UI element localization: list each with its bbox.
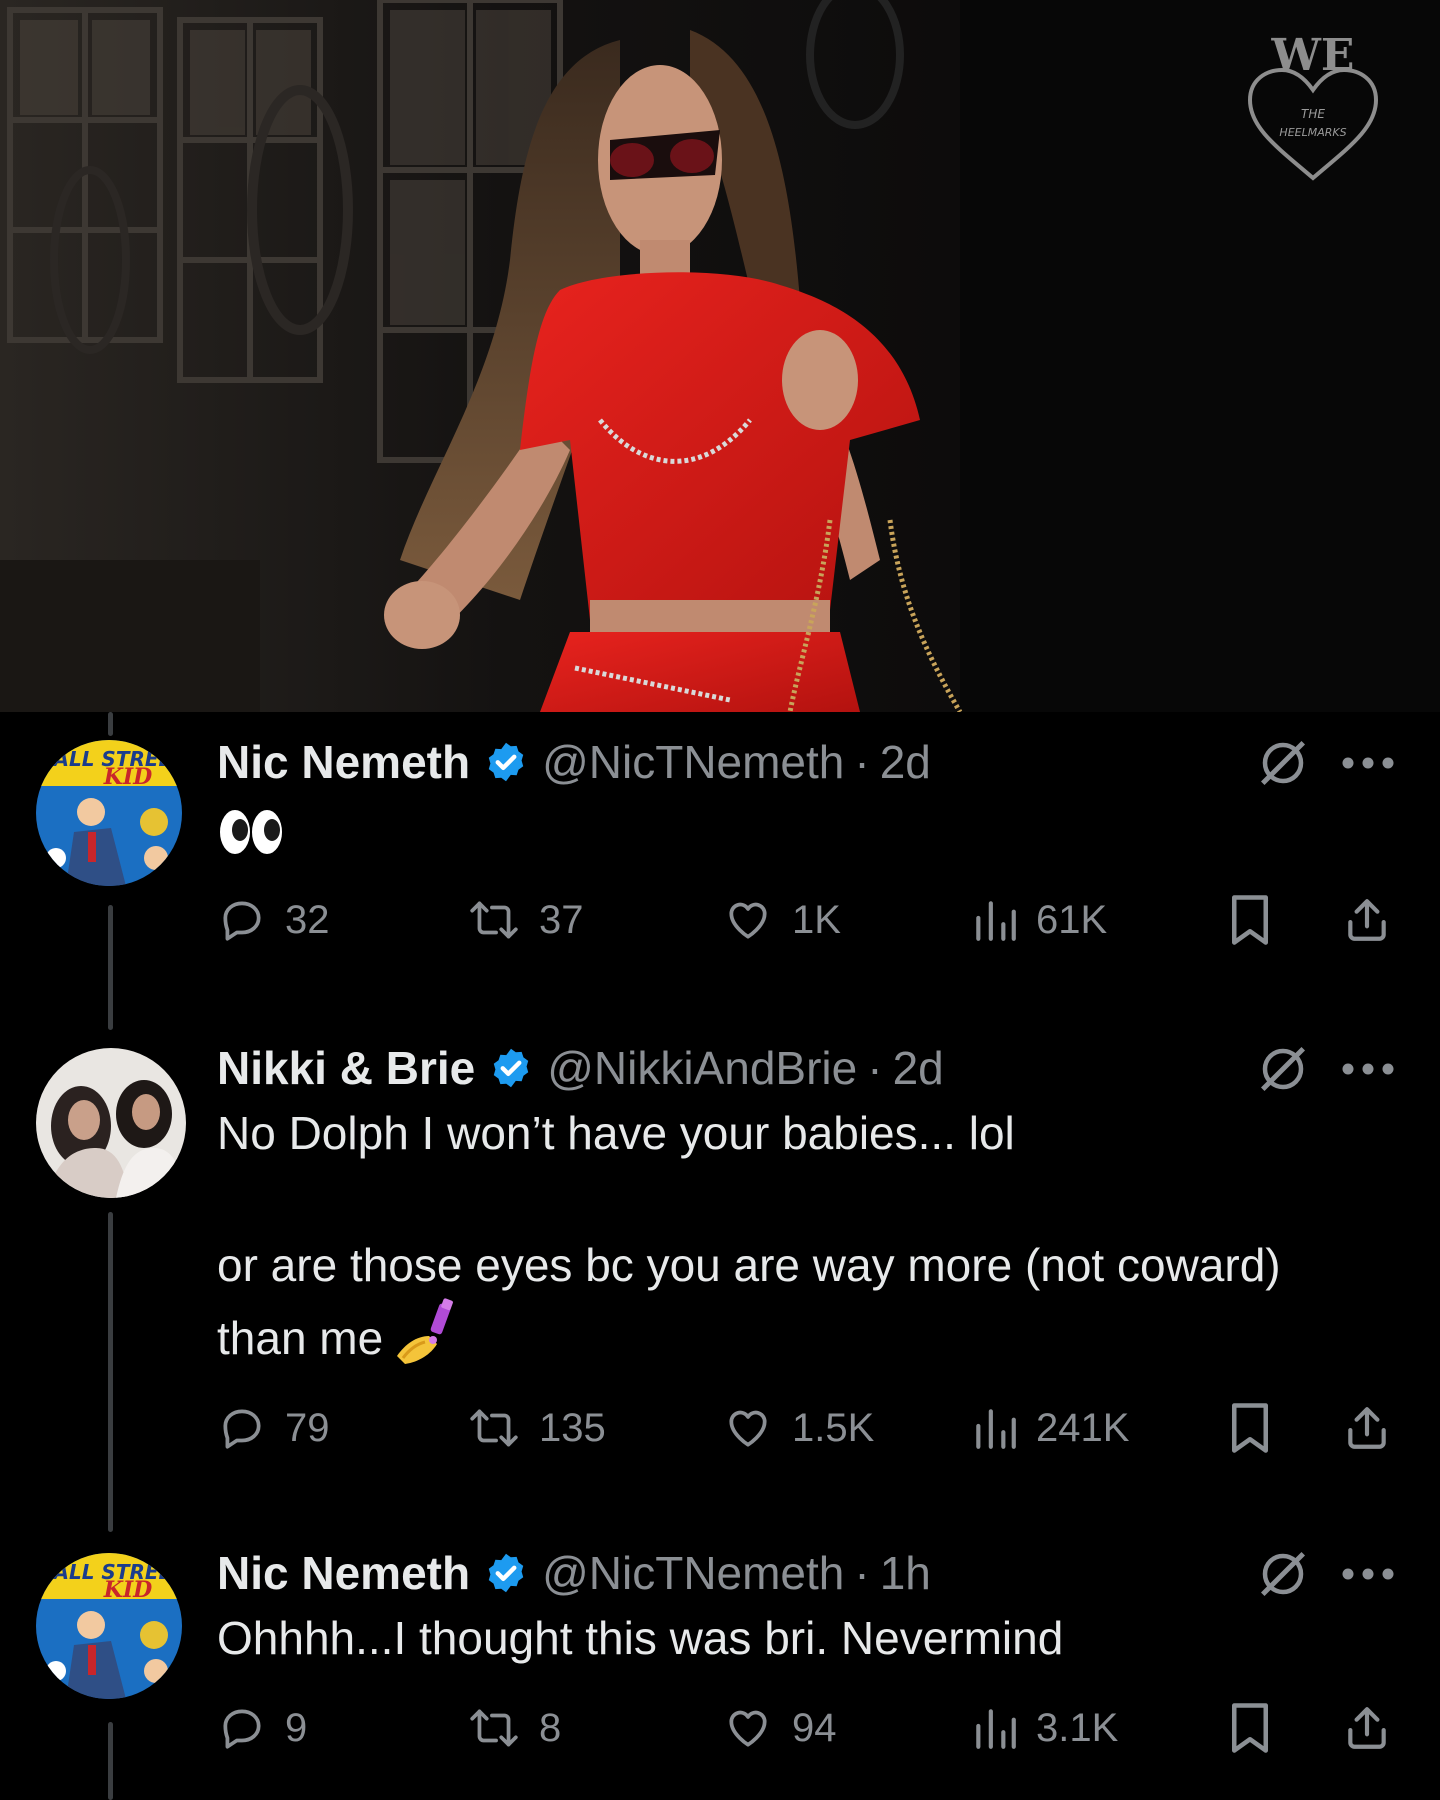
bookmark-button[interactable] — [1227, 1398, 1273, 1458]
like-count: 1.5K — [792, 1405, 875, 1450]
thread-line-top — [108, 712, 113, 736]
verified-badge-icon — [493, 1048, 529, 1088]
reply-button[interactable]: 32 — [217, 890, 330, 950]
bookmark-icon — [1232, 1703, 1268, 1753]
nikki-brie-avatar — [36, 1048, 186, 1198]
handle[interactable]: @NicTNemeth — [542, 1543, 844, 1603]
repost-icon — [470, 901, 518, 939]
timestamp[interactable]: 2d — [880, 732, 931, 792]
verified-badge-icon — [488, 1553, 524, 1593]
reply-button[interactable]: 79 — [217, 1398, 330, 1458]
bookmark-button[interactable] — [1227, 1698, 1273, 1758]
timestamp[interactable]: 2d — [893, 1038, 944, 1098]
views-count: 241K — [1036, 1405, 1130, 1450]
views-button[interactable]: 241K — [972, 1398, 1129, 1458]
watermark-line1: WE — [1271, 30, 1355, 81]
heart-icon — [729, 902, 767, 939]
action-bar: 79 135 1.5K 241K — [217, 1398, 1407, 1458]
share-icon — [1348, 1407, 1386, 1449]
photo-illustration — [0, 0, 1440, 712]
heart-icon — [729, 1710, 767, 1747]
grok-icon[interactable] — [1256, 1042, 1310, 1096]
like-button[interactable]: 94 — [722, 1698, 837, 1758]
bookmark-icon — [1232, 1403, 1268, 1453]
avatar[interactable] — [36, 1048, 186, 1198]
watermark-logo: WE THE HEELMARKS — [1238, 28, 1388, 188]
like-count: 94 — [792, 1705, 837, 1750]
display-name[interactable]: Nic Nemeth — [217, 1543, 470, 1603]
action-bar: 9 8 94 3.1K — [217, 1698, 1407, 1758]
reply-icon — [223, 1709, 261, 1749]
verified-badge-icon — [488, 742, 524, 782]
views-chart-icon — [976, 1709, 1016, 1749]
tweet-text: No Dolph I won’t have your babies... lol… — [217, 1100, 1300, 1371]
watermark-line3: HEELMARKS — [1279, 126, 1346, 139]
avatar-line2: KID — [103, 764, 153, 790]
repost-button[interactable]: 8 — [467, 1698, 561, 1758]
views-count: 61K — [1036, 897, 1108, 942]
like-button[interactable]: 1K — [722, 890, 841, 950]
repost-count: 135 — [539, 1405, 606, 1450]
views-button[interactable]: 61K — [972, 890, 1107, 950]
tweet-text: Ohhhh...I thought this was bri. Nevermin… — [217, 1612, 1064, 1664]
views-chart-icon — [976, 901, 1016, 941]
repost-button[interactable]: 37 — [467, 890, 584, 950]
grok-icon[interactable] — [1256, 736, 1310, 790]
share-button[interactable] — [1342, 1398, 1392, 1458]
repost-icon — [470, 1409, 518, 1447]
reply-button[interactable]: 9 — [217, 1698, 307, 1758]
reply-icon — [223, 901, 261, 941]
reply-count: 32 — [285, 897, 330, 942]
repost-count: 37 — [539, 897, 584, 942]
reply-icon — [223, 1409, 261, 1449]
separator-dot: · — [854, 1547, 870, 1599]
like-count: 1K — [792, 897, 841, 942]
share-button[interactable] — [1342, 890, 1392, 950]
bookmark-button[interactable] — [1227, 890, 1273, 950]
share-button[interactable] — [1342, 1698, 1392, 1758]
nail-polish-emoji-icon — [397, 1298, 454, 1364]
views-button[interactable]: 3.1K — [972, 1698, 1118, 1758]
avatar[interactable]: WALL STREET KID — [36, 1553, 182, 1699]
display-name[interactable]: Nic Nemeth — [217, 732, 470, 792]
bookmark-icon — [1232, 895, 1268, 945]
more-options-icon[interactable] — [1340, 756, 1396, 770]
separator-dot: · — [867, 1042, 883, 1094]
display-name[interactable]: Nikki & Brie — [217, 1038, 475, 1098]
handle[interactable]: @NikkiAndBrie — [547, 1038, 857, 1098]
thread-line-2 — [108, 1212, 113, 1532]
thread-line-3 — [108, 1722, 113, 1800]
avatar[interactable]: WALL STREET KID — [36, 740, 182, 886]
tweet-photo[interactable]: WE THE HEELMARKS — [0, 0, 1440, 712]
thread-line-1 — [108, 905, 113, 1030]
tweet-header: Nic Nemeth @NicTNemeth · 2d — [217, 732, 931, 792]
repost-count: 8 — [539, 1705, 562, 1750]
share-icon — [1348, 899, 1386, 941]
views-chart-icon — [976, 1409, 1016, 1449]
wall-street-kid-avatar: WALL STREET KID — [36, 740, 182, 886]
heart-icon — [729, 1410, 767, 1447]
eyes-emoji-icon — [220, 810, 282, 854]
reply-count: 79 — [285, 1405, 330, 1450]
tweet-header: Nic Nemeth @NicTNemeth · 1h — [217, 1543, 931, 1603]
action-bar: 32 37 1K 61K — [217, 890, 1407, 950]
grok-icon[interactable] — [1256, 1547, 1310, 1601]
views-count: 3.1K — [1036, 1705, 1119, 1750]
handle[interactable]: @NicTNemeth — [542, 732, 844, 792]
separator-dot: · — [854, 736, 870, 788]
like-button[interactable]: 1.5K — [722, 1398, 874, 1458]
share-icon — [1348, 1707, 1386, 1749]
more-options-icon[interactable] — [1340, 1567, 1396, 1581]
reply-count: 9 — [285, 1705, 308, 1750]
wall-street-kid-avatar: WALL STREET KID — [36, 1553, 182, 1699]
timestamp[interactable]: 1h — [880, 1543, 931, 1603]
avatar-line2: KID — [103, 1577, 153, 1603]
tweet-text-content: No Dolph I won’t have your babies... lol… — [217, 1107, 1281, 1364]
tweet-header: Nikki & Brie @NikkiAndBrie · 2d — [217, 1038, 944, 1098]
more-options-icon[interactable] — [1340, 1062, 1396, 1076]
repost-button[interactable]: 135 — [467, 1398, 606, 1458]
watermark-line2: THE — [1301, 107, 1325, 121]
repost-icon — [470, 1709, 518, 1747]
